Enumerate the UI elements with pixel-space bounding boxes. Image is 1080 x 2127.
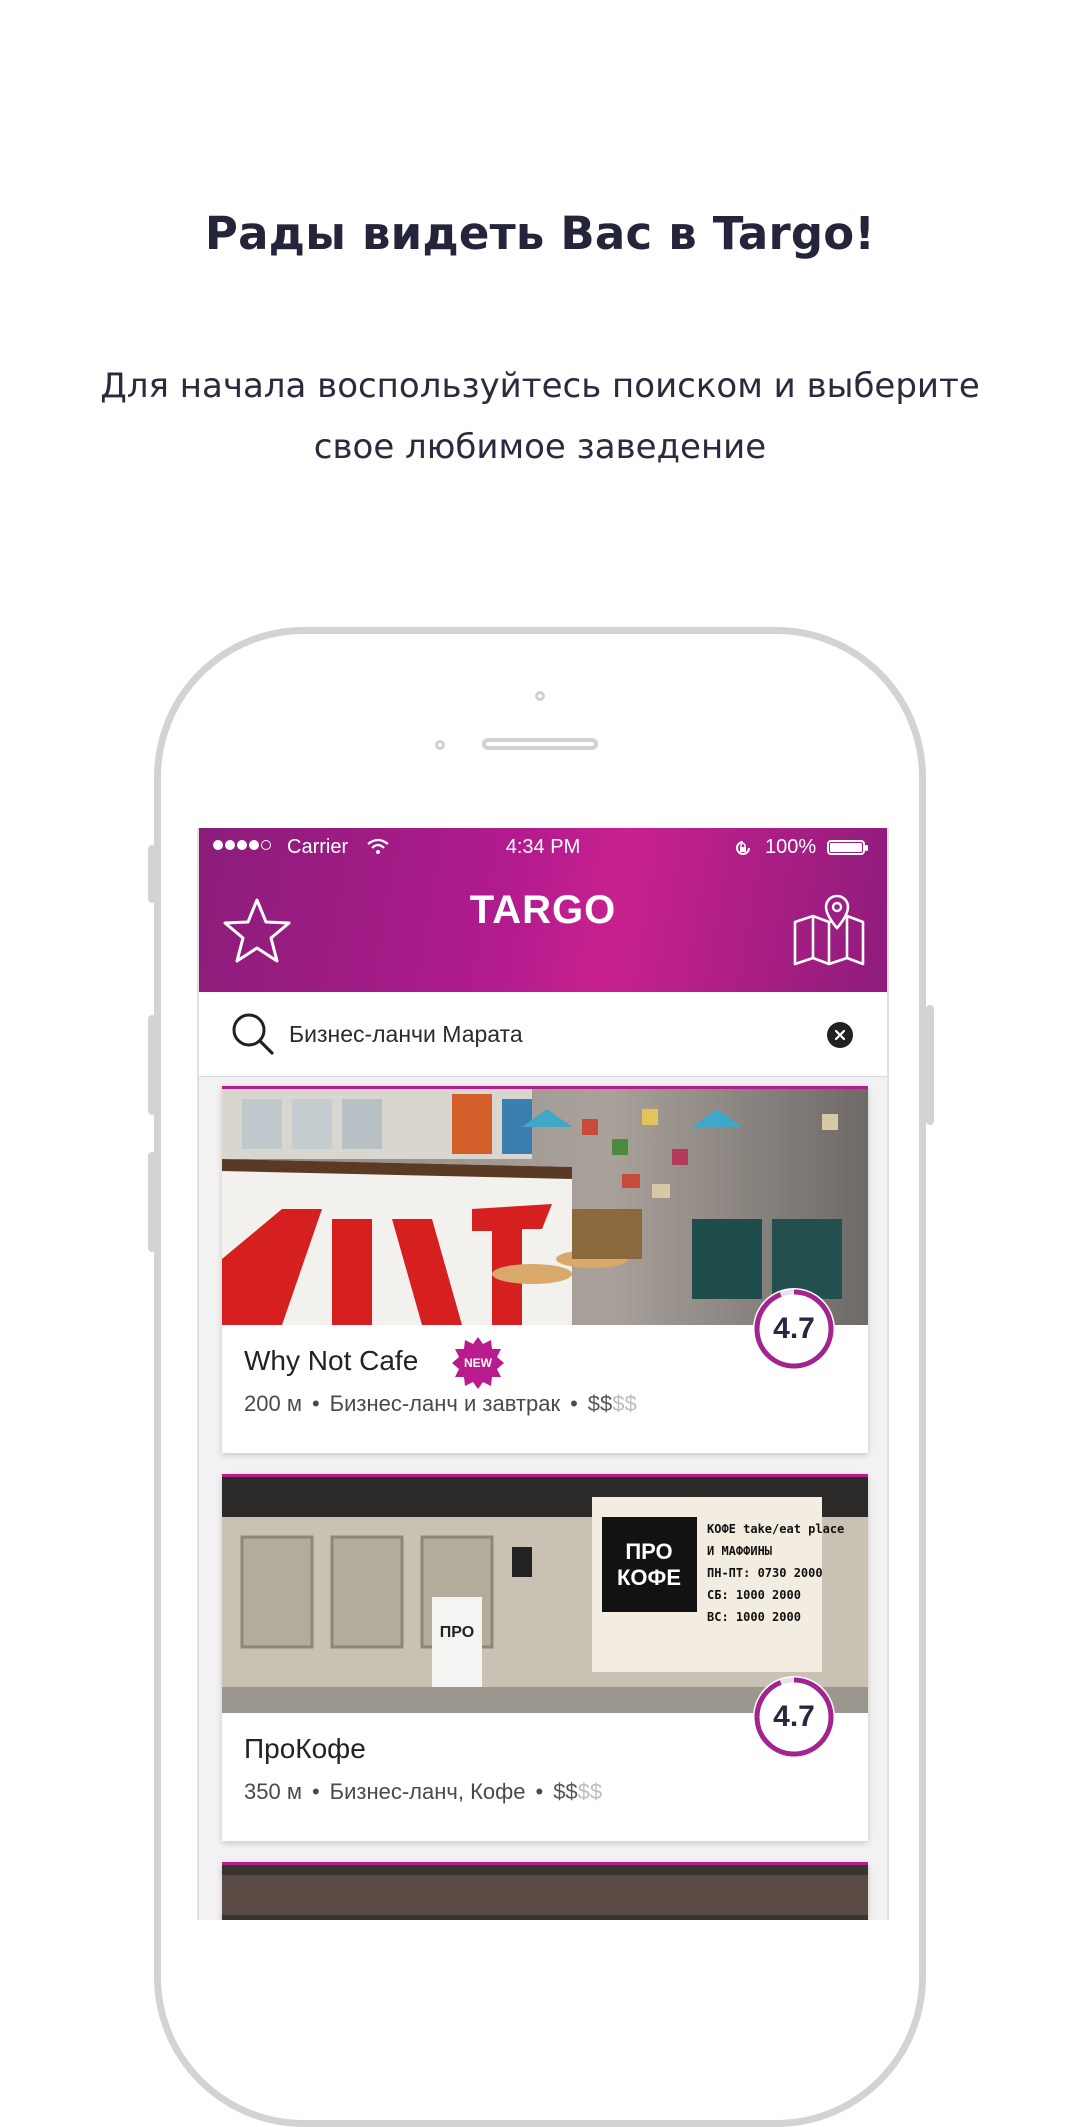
rating-badge: 4.7 bbox=[750, 1285, 838, 1373]
svg-text:ВС: 1000 2000: ВС: 1000 2000 bbox=[707, 1610, 801, 1624]
venue-price-level: $$ bbox=[553, 1779, 578, 1804]
rating-value: 4.7 bbox=[773, 1700, 815, 1733]
rotation-lock-icon bbox=[736, 841, 750, 855]
phone-side-button bbox=[148, 1152, 156, 1252]
battery-percent: 100% bbox=[765, 836, 817, 858]
venue-category: Бизнес-ланч и завтрак bbox=[329, 1391, 561, 1416]
venue-card[interactable]: Why Not Cafe NEW 200 м • Бизнес-ланч и зав… bbox=[222, 1086, 868, 1453]
search-input[interactable] bbox=[289, 1012, 769, 1056]
svg-text:И МАФФИНЫ: И МАФФИНЫ bbox=[707, 1544, 772, 1558]
welcome-title: Рады видеть Вас в Targo! bbox=[204, 207, 876, 260]
phone-side-button bbox=[148, 1015, 156, 1115]
new-badge: NEW bbox=[452, 1337, 504, 1389]
new-badge-label: NEW bbox=[464, 1356, 493, 1370]
venue-meta: 350 м • Бизнес-ланч, Кофе • $$$$ bbox=[244, 1779, 603, 1804]
phone-sensor bbox=[435, 740, 445, 750]
venue-distance: 350 м bbox=[244, 1779, 302, 1804]
rating-value: 4.7 bbox=[773, 1312, 815, 1345]
venue-photo bbox=[222, 1865, 868, 1920]
battery-icon bbox=[827, 840, 868, 855]
welcome-subtitle-line-1: Для начала воспользуйтесь поиском и выбе… bbox=[100, 366, 980, 406]
clear-icon[interactable] bbox=[827, 1022, 853, 1048]
venue-card[interactable]: ПРО ПРО КОФЕ КОФЕ take/eat place И МАФФИ… bbox=[222, 1474, 868, 1841]
welcome-subtitle-line-2: свое любимое заведение bbox=[313, 427, 767, 467]
rating-badge: 4.7 bbox=[750, 1673, 838, 1761]
svg-text:СБ: 1000 2000: СБ: 1000 2000 bbox=[707, 1588, 801, 1602]
venue-name: Why Not Cafe bbox=[244, 1345, 419, 1376]
venue-meta: 200 м • Бизнес-ланч и завтрак • $$$$ bbox=[244, 1391, 637, 1416]
svg-text:КОФЕ: КОФЕ bbox=[617, 1565, 681, 1590]
venue-category: Бизнес-ланч, Кофе bbox=[329, 1779, 526, 1804]
venue-price-level: $$ bbox=[587, 1391, 613, 1416]
welcome-subtitle: Для начала воспользуйтесь поиском и выбе… bbox=[90, 356, 990, 478]
app-logo: TARGO bbox=[469, 888, 617, 932]
phone-side-button bbox=[148, 845, 156, 903]
phone-camera bbox=[535, 691, 545, 701]
phone-speaker bbox=[482, 738, 598, 750]
venue-distance: 200 м bbox=[244, 1391, 302, 1416]
phone-power-button bbox=[926, 1005, 934, 1125]
phone-screen: Carrier 4:34 PM 100% TARGO Бизнес-ланчи … bbox=[197, 828, 889, 1920]
venue-price-remaining: $$ bbox=[577, 1779, 603, 1804]
svg-text:ПРО: ПРО bbox=[625, 1539, 672, 1564]
svg-text:ПН-ПТ: 0730 2000: ПН-ПТ: 0730 2000 bbox=[707, 1566, 823, 1580]
app-bar: Carrier 4:34 PM 100% TARGO bbox=[199, 828, 887, 992]
svg-text:КОФЕ take/eat place: КОФЕ take/eat place bbox=[707, 1522, 844, 1536]
venue-name: ПроКофе bbox=[244, 1733, 366, 1764]
status-bar: Carrier 4:34 PM 100% bbox=[199, 836, 887, 862]
search-bar bbox=[199, 992, 887, 1077]
venue-price-remaining: $$ bbox=[612, 1391, 637, 1416]
map-pin-icon[interactable] bbox=[791, 892, 867, 968]
svg-text:ПРО: ПРО bbox=[440, 1624, 474, 1641]
search-icon bbox=[232, 1013, 274, 1055]
venue-card[interactable] bbox=[222, 1862, 868, 1920]
